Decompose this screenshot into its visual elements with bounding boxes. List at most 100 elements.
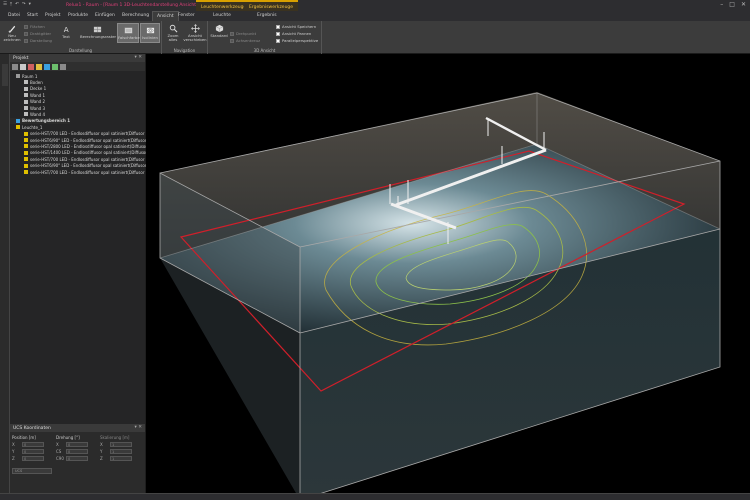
- tree-item[interactable]: serie-HST/700 LED - Endlosdiffusor opal …: [10, 169, 147, 175]
- wireframe-icon: [24, 31, 28, 36]
- save-icon[interactable]: ⤒: [10, 2, 12, 8]
- wireframe-option[interactable]: Drahtgitter: [24, 31, 51, 36]
- 3d-viewport[interactable]: [146, 54, 750, 500]
- window-controls: – □ ✕: [720, 1, 746, 8]
- pivot-option[interactable]: Drehpunkt: [230, 31, 256, 36]
- ucs-position-column: Position [m] X0 Y0 Z0: [12, 435, 44, 462]
- pivot-icon: [230, 31, 234, 36]
- maximize-icon[interactable]: □: [729, 1, 735, 8]
- redo-icon[interactable]: ↷: [22, 2, 26, 8]
- rotation-cs-input[interactable]: 0: [66, 449, 88, 454]
- tree-item[interactable]: Leuchte_1: [10, 124, 42, 130]
- dock-tab[interactable]: [2, 64, 8, 86]
- tree-item-label: Boden: [30, 79, 43, 85]
- scale-x-input[interactable]: 1: [110, 442, 132, 447]
- context-tab-luminaire-tools[interactable]: Leuchtenwerkzeuge: [196, 0, 252, 11]
- minimize-icon[interactable]: –: [720, 1, 723, 8]
- tree-item[interactable]: Wand 3: [10, 105, 45, 111]
- scale-z-input[interactable]: 1: [110, 456, 132, 461]
- position-y-input[interactable]: 0: [22, 449, 44, 454]
- calc-grid-button[interactable]: Berechnungsraster: [80, 25, 116, 39]
- tab-einfuegen[interactable]: Einfügen: [95, 13, 115, 18]
- ribbon: Neu zeichnen Flächen Drahtgitter Darstel…: [0, 21, 750, 54]
- object-icon[interactable]: [52, 63, 58, 70]
- tree-item[interactable]: Bewertungsbereich 1: [10, 117, 71, 124]
- parallel-perspective-checkbox[interactable]: Parallelperspektive: [276, 38, 318, 43]
- save-view-checkbox[interactable]: Ansicht Speichern: [276, 24, 316, 29]
- position-x-input[interactable]: 0: [22, 442, 44, 447]
- text-button[interactable]: A Text: [57, 25, 75, 39]
- ucs-panel: UCS Koordinaten ▾ ✕ Position [m] X0 Y0 Z…: [10, 424, 145, 500]
- zoom-all-button[interactable]: Zoom alles: [164, 24, 182, 42]
- room-scene[interactable]: [146, 54, 750, 500]
- display-option[interactable]: Darstellung: [24, 38, 52, 43]
- standard-view-button[interactable]: Standard: [210, 24, 228, 38]
- tree-item-label: Raum 1: [22, 73, 38, 79]
- tree-item[interactable]: Wand 4: [10, 111, 45, 117]
- axis-cross-icon: [230, 38, 234, 43]
- tree-item-icon: [24, 86, 28, 91]
- tree-view-icon[interactable]: [12, 63, 18, 70]
- tab-start[interactable]: Start: [27, 13, 38, 18]
- settings-icon[interactable]: [60, 63, 66, 70]
- tree-item[interactable]: serie-HST6/90° LED - Endlosdiffusor opal…: [10, 163, 149, 169]
- tree-item-icon: [16, 125, 20, 130]
- group-label-darstellung: Darstellung: [68, 48, 93, 53]
- ucs-panel-controls[interactable]: ▾ ✕: [135, 425, 142, 430]
- ucs-apply-button[interactable]: UCS: [12, 468, 52, 474]
- tree-item-label: Decke 1: [30, 86, 47, 92]
- tree-item[interactable]: serie-HST/1400 LED - Endlosdiffusor opal…: [10, 150, 149, 156]
- tree-item-icon: [24, 144, 28, 149]
- context-tab-result-tools[interactable]: Ergebniswerkzeuge: [244, 0, 299, 11]
- new-draw-button[interactable]: Neu zeichnen: [3, 24, 21, 42]
- false-colors-icon: [124, 27, 132, 34]
- isolines-icon: [146, 27, 154, 34]
- rotation-c90-input[interactable]: 0: [66, 456, 88, 461]
- tree-item-label: serie-HST/2800 LED - Endlosdiffusor opal…: [30, 143, 150, 149]
- tab-ansicht[interactable]: Ansicht: [152, 11, 179, 21]
- tab-datei[interactable]: Datei: [8, 13, 20, 18]
- tree-item[interactable]: serie-HST/700 LED - Endlosdiffusor opal …: [10, 156, 147, 162]
- tab-fenster[interactable]: Fenster: [178, 13, 195, 18]
- undo-icon[interactable]: ↶: [15, 2, 19, 8]
- tab-leuchte[interactable]: Leuchte: [213, 13, 231, 18]
- tree-item[interactable]: serie-HST6/90° LED - Endlosdiffusor opal…: [10, 137, 149, 143]
- tree-item[interactable]: serie-HST/700 LED - Endlosdiffusor opal …: [10, 131, 147, 137]
- tab-ergebnis[interactable]: Ergebnis: [257, 13, 277, 18]
- tree-item-icon: [24, 80, 28, 85]
- pan-view-checkbox[interactable]: Ansicht Pannen: [276, 31, 311, 36]
- tree-item-icon: [24, 99, 28, 104]
- position-z-input[interactable]: 0: [22, 456, 44, 461]
- move-view-button[interactable]: Ansicht verschieben: [183, 24, 207, 42]
- scale-y-input[interactable]: 1: [110, 449, 132, 454]
- tree-item-label: Wand 1: [30, 92, 46, 98]
- tree-item-label: serie-HST/700 LED - Endlosdiffusor opal …: [30, 131, 147, 137]
- app-menu-icon[interactable]: ☰: [3, 2, 7, 8]
- rotation-x-input[interactable]: 0: [66, 442, 88, 447]
- tree-item[interactable]: Wand 1: [10, 92, 45, 98]
- sensor-icon[interactable]: [44, 63, 50, 70]
- close-icon[interactable]: ✕: [741, 1, 746, 8]
- select-icon[interactable]: [20, 63, 26, 70]
- svg-text:A: A: [63, 25, 68, 34]
- ucs-panel-header: UCS Koordinaten ▾ ✕: [10, 424, 145, 432]
- surfaces-option[interactable]: Flächen: [24, 24, 45, 29]
- customize-icon[interactable]: ▾: [29, 2, 31, 8]
- tree-item-label: serie-HST/1400 LED - Endlosdiffusor opal…: [30, 150, 150, 156]
- isolines-button[interactable]: Isolinien: [140, 23, 160, 43]
- tab-projekt[interactable]: Projekt: [45, 13, 61, 18]
- tree-item[interactable]: serie-HST/2800 LED - Endlosdiffusor opal…: [10, 143, 149, 149]
- tree-item[interactable]: Raum 1: [10, 73, 37, 79]
- tab-produkte[interactable]: Produkte: [68, 13, 88, 18]
- tree-item-icon: [24, 93, 28, 98]
- tab-berechnung[interactable]: Berechnung: [122, 13, 149, 18]
- filter-icon[interactable]: [28, 63, 34, 70]
- axis-cross-option[interactable]: Achsenkreuz: [230, 38, 260, 43]
- tree-item[interactable]: Wand 2: [10, 99, 45, 105]
- light-icon[interactable]: [36, 63, 42, 70]
- panel-controls[interactable]: ▾ ✕: [135, 55, 142, 60]
- false-colors-button[interactable]: Falschfarben: [117, 23, 142, 43]
- cube-icon: [215, 24, 223, 33]
- tree-item[interactable]: Boden: [10, 79, 43, 85]
- tree-item[interactable]: Decke 1: [10, 86, 46, 92]
